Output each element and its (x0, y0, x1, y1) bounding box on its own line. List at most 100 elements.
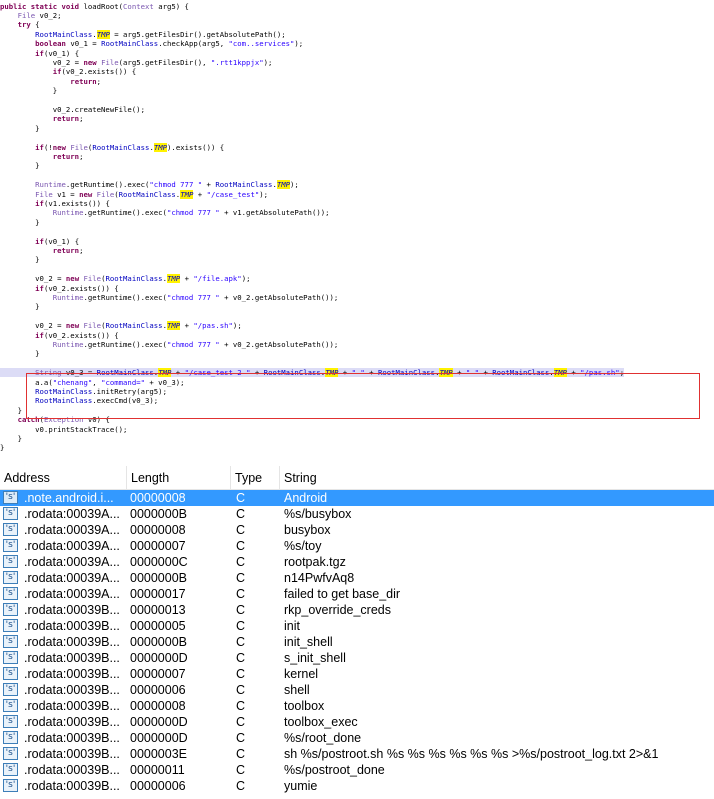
cell-string: yumie (284, 779, 318, 793)
code-line: if(!new File(RootMainClass.TMP).exists()… (0, 142, 225, 152)
cell-address: .rodata:00039B... (24, 699, 120, 713)
cell-string: %s/toy (284, 539, 322, 553)
cell-type: C (236, 747, 246, 761)
table-row[interactable]: 's' .rodata:00039B... 00000006 Cyumie (0, 778, 714, 794)
table-row[interactable]: 's' .rodata:00039A... 00000008 Cbusybox (0, 522, 714, 538)
cell-length: 00000006 (130, 683, 186, 697)
code-token: "/case_test" (206, 189, 260, 199)
string-segment-icon: 's' (3, 699, 18, 712)
code-line: Runtime.getRuntime().exec("chmod 777 " +… (0, 339, 339, 349)
code-token: File (17, 10, 36, 20)
cell-address: .rodata:00039A... (24, 539, 120, 553)
table-row[interactable]: 's' .rodata:00039B... 00000005 Cinit (0, 618, 714, 634)
table-row[interactable]: 's' .rodata:00039A... 00000007 C %s/toy (0, 538, 714, 554)
code-token: Context (123, 1, 154, 11)
cell-type: C (236, 539, 246, 553)
code-token: new (65, 274, 84, 284)
string-segment-icon: 's' (3, 731, 18, 744)
column-header-type[interactable]: Type (231, 466, 280, 489)
table-row[interactable]: 's' .rodata:00039B... 0000000D Ctoolbox_exe… (0, 714, 714, 730)
column-header-length[interactable]: Length (127, 466, 231, 489)
code-token: v0_2 = (0, 57, 84, 67)
code-token: File (101, 57, 119, 67)
table-row[interactable]: 's' .note.android.i... 00000008 C Android (0, 490, 714, 506)
cell-string: init_shell (284, 635, 333, 649)
code-token: "chmod 777 " (166, 339, 220, 349)
code-token: } (0, 405, 22, 415)
code-token: if (35, 236, 44, 246)
cell-address: .rodata:00039A... (24, 507, 120, 521)
table-row[interactable]: 's' .rodata:00039B... 0000003E Csh %s/postr… (0, 746, 714, 762)
code-line: v0_2.createNewFile(); (0, 105, 145, 114)
code-token: ; (96, 76, 102, 86)
table-row[interactable]: 's' .rodata:00039B... 00000013 Crkp_overrid… (0, 602, 714, 618)
cell-type: C (236, 603, 246, 617)
cell-address: .rodata:00039A... (24, 555, 120, 569)
code-token: v0_1 = (65, 39, 102, 49)
decompiled-code-pane[interactable]: public static void loadRoot(Context arg5… (0, 0, 714, 466)
cell-length: 00000005 (130, 619, 186, 633)
cell-address: .rodata:00039B... (24, 619, 120, 633)
code-token: Runtime (52, 339, 84, 349)
code-token: ).exists()) { (167, 142, 225, 152)
table-row[interactable]: 's' .rodata:00039B... 00000006 Cshell (0, 682, 714, 698)
code-token: + (180, 321, 194, 331)
table-row[interactable]: 's' .rodata:00039B... 00000008 Ctoolbox (0, 698, 714, 714)
code-token: arg5) { (153, 1, 189, 11)
code-line: } (0, 302, 39, 311)
code-token: v0_2 = (0, 274, 66, 284)
code-token: .checkApp(arg5, (158, 39, 229, 49)
code-line: return; (0, 245, 84, 255)
table-row[interactable]: 's' .rodata:00039B... 0000000D C %s/root_don… (0, 730, 714, 746)
table-row[interactable]: 's' .rodata:00039B... 00000011 C %s/postroot… (0, 762, 714, 778)
highlight-annotation-box (26, 373, 700, 419)
code-token: if (35, 283, 44, 293)
code-token: new (65, 321, 84, 331)
column-header-string[interactable]: String (280, 466, 714, 489)
cell-length: 00000017 (130, 587, 186, 601)
code-token: File (35, 189, 53, 199)
code-token: RootMainClass (215, 180, 273, 190)
code-token: loadRoot( (83, 1, 124, 11)
code-token: return (52, 114, 80, 124)
table-row[interactable]: 's' .rodata:00039B... 0000000B Cinit_shell (0, 634, 714, 650)
code-line: return; (0, 114, 84, 124)
table-row[interactable]: 's' .rodata:00039A... 0000000B Cn14PwfvAq8 (0, 570, 714, 586)
table-row[interactable]: 's' .rodata:00039B... 00000007 Ckernel (0, 666, 714, 682)
code-token: if (52, 67, 62, 77)
code-token: ); (259, 189, 269, 199)
code-token: (v0_2.exists()) { (43, 330, 119, 340)
code-token: } (0, 349, 40, 359)
code-token: } (0, 217, 40, 227)
code-line: if(v0_1) { (0, 237, 79, 246)
code-token: } (0, 433, 22, 443)
cell-length: 0000000B (130, 635, 188, 649)
code-token: { (30, 20, 40, 30)
code-token: TMP (276, 180, 291, 190)
table-row[interactable]: 's' .rodata:00039B... 0000000D Cs_init_shel… (0, 650, 714, 666)
table-row[interactable]: 's' .rodata:00039A... 0000000B C %s/busybox (0, 506, 714, 522)
code-token: ; (79, 245, 84, 255)
code-token: ); (294, 39, 304, 49)
code-token: RootMainClass (105, 274, 163, 284)
column-header-address[interactable]: Address (0, 466, 127, 489)
string-segment-icon: 's' (3, 667, 18, 680)
table-row[interactable]: 's' .rodata:00039A... 00000017 Cfailed to g… (0, 586, 714, 602)
string-segment-icon: 's' (3, 715, 18, 728)
code-line: } (0, 124, 39, 133)
table-row[interactable]: 's' .rodata:00039A... 0000000C Crootpak.tgz (0, 554, 714, 570)
code-line: } (0, 434, 22, 443)
code-line: } (0, 349, 40, 359)
code-token: return (70, 76, 97, 86)
cell-string: n14PwfvAq8 (284, 571, 355, 585)
strings-table[interactable]: Address Length Type String 's' .note.andr… (0, 466, 714, 799)
code-line: public static void loadRoot(Context arg5… (0, 2, 189, 11)
code-token: (! (43, 142, 53, 152)
